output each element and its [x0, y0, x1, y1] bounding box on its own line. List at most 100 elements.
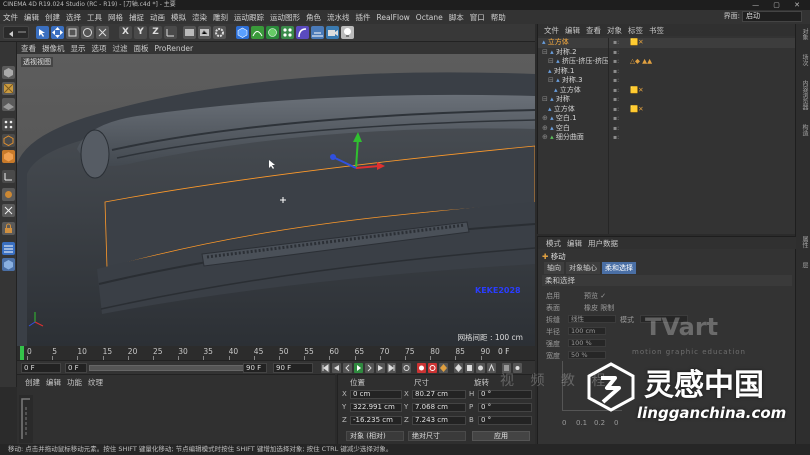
- goto-end-icon[interactable]: [387, 363, 396, 373]
- viewport-menu-panel[interactable]: 面板: [134, 43, 149, 54]
- tab-content-browser[interactable]: 内容浏览器: [798, 80, 809, 110]
- cube-primitive-icon[interactable]: [236, 26, 249, 39]
- live-select-icon[interactable]: [36, 26, 49, 39]
- pos-y-field[interactable]: 322.991 cm: [350, 403, 402, 412]
- key-scale-icon[interactable]: [465, 363, 474, 373]
- tab-layers[interactable]: 层: [798, 262, 809, 268]
- menu-animate[interactable]: 动画: [150, 12, 165, 23]
- menu-tools[interactable]: 工具: [87, 12, 102, 23]
- workplane-mode-icon[interactable]: [2, 98, 15, 111]
- menu-sculpt[interactable]: 雕刻: [213, 12, 228, 23]
- object-row[interactable]: ⊟ ▴ 对称.2 ▪:: [538, 48, 796, 58]
- size-z-field[interactable]: 7.243 cm: [412, 416, 466, 425]
- object-tags[interactable]: 🟨✕: [630, 38, 644, 48]
- menu-script[interactable]: 脚本: [449, 12, 464, 23]
- object-row[interactable]: ⊟ ▴ 对称 ▪:: [538, 95, 796, 105]
- object-row[interactable]: ⊟ ▴ 挤压-挤压-挤压 ▪: △◆ ▲▲: [538, 57, 796, 67]
- menu-help[interactable]: 帮助: [491, 12, 506, 23]
- start-frame-field[interactable]: 0 F: [21, 363, 61, 373]
- min-frame-field[interactable]: 0 F: [65, 363, 87, 373]
- pos-x-field[interactable]: 0 cm: [350, 390, 402, 399]
- array-generator-icon[interactable]: [281, 26, 294, 39]
- object-row[interactable]: ▴ 对称.1 ▪:: [538, 67, 796, 77]
- object-row[interactable]: ▴ 立方体 ▪: 🟨✕: [538, 105, 796, 115]
- size-x-field[interactable]: 80.27 cm: [412, 390, 466, 399]
- coord-mode-select[interactable]: 对象 (相对): [346, 431, 404, 441]
- object-tree-divider[interactable]: [608, 38, 609, 234]
- autokey-icon[interactable]: [428, 363, 437, 373]
- end-frame-field[interactable]: 90 F: [273, 363, 313, 373]
- viewport-menu-display[interactable]: 显示: [71, 43, 86, 54]
- mat-menu-create[interactable]: 创建: [25, 377, 40, 388]
- attr-preview-label[interactable]: 预览 ✓: [584, 291, 606, 301]
- om-menu-objects[interactable]: 对象: [607, 25, 622, 36]
- tab-soft-selection[interactable]: 柔和选择: [602, 262, 636, 274]
- rot-p-field[interactable]: 0 °: [478, 403, 532, 412]
- menu-mesh[interactable]: 网格: [108, 12, 123, 23]
- render-view-icon[interactable]: [183, 26, 196, 39]
- play-icon[interactable]: [354, 363, 363, 373]
- object-row[interactable]: ⊕ ▴ 细分曲面 ▪:: [538, 133, 796, 143]
- key-rotation-icon[interactable]: [476, 363, 485, 373]
- tab-objects[interactable]: 对象: [798, 28, 809, 40]
- subdivision-surface-icon[interactable]: [266, 26, 279, 39]
- object-visibility-flags[interactable]: ▪:: [613, 67, 619, 77]
- texture-mode-icon[interactable]: [2, 82, 15, 95]
- x-axis-lock-icon[interactable]: X: [119, 26, 132, 39]
- prev-frame-icon[interactable]: [343, 363, 352, 373]
- menu-character[interactable]: 角色: [306, 12, 321, 23]
- light-icon[interactable]: [341, 26, 354, 39]
- menu-plugins[interactable]: 插件: [356, 12, 371, 23]
- tab-object-axis[interactable]: 对象轴心: [566, 262, 600, 274]
- menu-window[interactable]: 窗口: [470, 12, 485, 23]
- snapping-icon[interactable]: [2, 204, 15, 217]
- object-visibility-flags[interactable]: ▪:: [613, 57, 619, 67]
- menu-simulate[interactable]: 模拟: [171, 12, 186, 23]
- tab-takes[interactable]: 场次: [798, 54, 809, 66]
- object-row-name[interactable]: ⊕ ▴ 空白.1: [542, 114, 577, 124]
- coord-size-mode-select[interactable]: 绝对尺寸: [408, 431, 466, 441]
- apply-button[interactable]: 应用: [472, 431, 530, 441]
- object-row[interactable]: ▴ 立方体 ▪: 🟨✕: [538, 86, 796, 96]
- polygons-mode-icon[interactable]: [2, 150, 15, 163]
- object-visibility-flags[interactable]: ▪:: [613, 114, 619, 124]
- om-menu-view[interactable]: 查看: [586, 25, 601, 36]
- mat-menu-edit[interactable]: 编辑: [46, 377, 61, 388]
- viewport-menu-cameras[interactable]: 摄像机: [42, 43, 65, 54]
- size-y-field[interactable]: 7.068 cm: [412, 403, 466, 412]
- attr-falloff-select[interactable]: 线性: [568, 315, 616, 323]
- object-tags[interactable]: 🟨✕: [630, 105, 644, 115]
- menu-snap[interactable]: 捕捉: [129, 12, 144, 23]
- attr-radius-field[interactable]: 100 cm: [568, 327, 606, 335]
- timeline-playhead[interactable]: [20, 346, 24, 360]
- object-visibility-flags[interactable]: ▪:: [613, 38, 619, 48]
- viewport-menu-filter[interactable]: 过滤: [113, 43, 128, 54]
- y-axis-lock-icon[interactable]: Y: [134, 26, 147, 39]
- attr-menu-edit[interactable]: 编辑: [567, 238, 582, 249]
- viewport-camera-label[interactable]: 透视视图: [21, 57, 53, 67]
- object-row-name[interactable]: ▴ 立方体: [542, 38, 569, 48]
- menu-mograph[interactable]: 运动图形: [270, 12, 300, 23]
- floor-environment-icon[interactable]: [311, 26, 324, 39]
- rotate-tool-icon[interactable]: [81, 26, 94, 39]
- viewport-menu-view[interactable]: 查看: [21, 43, 36, 54]
- preview-range-slider[interactable]: [89, 365, 267, 371]
- render-settings-icon[interactable]: [213, 26, 226, 39]
- goto-start-icon[interactable]: [321, 363, 330, 373]
- object-row-name[interactable]: ⊕ ▴ 细分曲面: [542, 133, 584, 143]
- viewport-3d-scene[interactable]: [17, 54, 535, 346]
- window-controls[interactable]: — ▢ ✕: [752, 0, 806, 10]
- object-row-name[interactable]: ▴ 对称.1: [548, 67, 574, 77]
- move-tool-icon[interactable]: [51, 26, 64, 39]
- menu-select[interactable]: 选择: [66, 12, 81, 23]
- object-tags[interactable]: 🟨✕: [630, 86, 644, 96]
- object-row[interactable]: ▴ 立方体 ▪: 🟨✕: [538, 38, 796, 48]
- om-menu-bookmarks[interactable]: 书签: [649, 25, 664, 36]
- object-tags[interactable]: △◆ ▲▲: [630, 57, 652, 67]
- prev-key-icon[interactable]: [332, 363, 341, 373]
- menu-realflow[interactable]: RealFlow: [377, 13, 410, 22]
- z-axis-lock-icon[interactable]: Z: [149, 26, 162, 39]
- viewport-menu-prorender[interactable]: ProRender: [155, 44, 194, 53]
- om-menu-tags[interactable]: 标签: [628, 25, 643, 36]
- object-row-name[interactable]: ⊟ ▴ 对称.2: [542, 48, 577, 58]
